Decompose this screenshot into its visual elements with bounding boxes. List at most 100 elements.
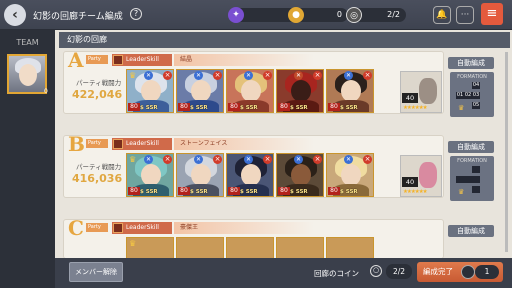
char-face [291, 164, 311, 186]
remove-icon[interactable]: × [163, 155, 172, 164]
party-tag: Party [86, 55, 108, 64]
party-row-b[interactable]: B Party LeaderSkill ストーンフェイス パーティ戦闘力 416… [63, 132, 444, 198]
pet-stars: ★★★★★★ [403, 105, 428, 111]
power-value: 416,036 [72, 172, 123, 185]
skill-icon [113, 55, 123, 65]
back-button[interactable]: ‹ [4, 4, 26, 26]
remove-icon[interactable]: × [363, 71, 372, 80]
formation-label: FORMATION [457, 74, 487, 80]
formation-panel[interactable]: FORMATION ♛ [450, 156, 494, 201]
remove-icon[interactable]: × [163, 71, 172, 80]
character-card[interactable]: ♛ ✕ × 80 $ SSR [126, 69, 174, 113]
level-badge: 80 [328, 103, 340, 111]
auto-formation-button[interactable]: 自動編成 [448, 141, 494, 153]
member-release-button[interactable]: メンバー解除 [69, 262, 123, 282]
team-label: TEAM [16, 38, 39, 47]
gold-coin-icon: ● [288, 7, 304, 23]
confirm-formation-button[interactable]: 編成完了 1 [417, 262, 503, 282]
avatar-number: 0 [44, 88, 48, 95]
char-face [191, 80, 211, 102]
pet-stars: ★★★★★★ [403, 189, 428, 195]
pet-card[interactable]: 40 ★★★★★★ [400, 155, 442, 197]
character-card[interactable]: ✕ × 80 $ SSR [176, 69, 224, 113]
element-icon: ✕ [194, 155, 203, 164]
level-badge: 80 [328, 187, 340, 195]
coin-value: 2/2 [386, 264, 412, 279]
character-card[interactable]: ✕ × 80 $ SSR [326, 69, 374, 113]
crown-icon: ♛ [458, 188, 465, 196]
remove-icon[interactable]: × [263, 155, 272, 164]
character-card[interactable]: ✕ × 80 $ SSR [176, 153, 224, 197]
level-badge: 80 [178, 103, 190, 111]
corridor-coin-icon: ◎ [346, 7, 362, 23]
panel-title: 幻影の回廊 [59, 32, 510, 48]
party-tag: Party [86, 223, 108, 232]
rarity-badge: $ SSR [140, 189, 158, 195]
character-card[interactable]: ✕ × 80 $ SSR [276, 69, 324, 113]
level-badge: 80 [178, 187, 190, 195]
top-bar: ‹ 幻影の回廊チーム編成 ? ✦0 ●0 ◎2/2 🔔 ··· ≡ [0, 0, 512, 30]
chat-icon[interactable]: ··· [456, 6, 474, 24]
element-icon: ✕ [244, 155, 253, 164]
currency-2: ● 0 [288, 7, 348, 23]
formation-label: FORMATION [457, 158, 487, 164]
remove-icon[interactable]: × [313, 155, 322, 164]
menu-button[interactable]: ≡ [481, 3, 503, 25]
leader-skill-name: 結晶 [174, 54, 314, 66]
char-face [141, 80, 161, 102]
pet-level: 40 [402, 93, 418, 103]
party-tag: Party [86, 139, 108, 148]
char-face [191, 164, 211, 186]
level-badge: 80 [228, 187, 240, 195]
formation-slot [464, 176, 472, 183]
rarity-badge: $ SSR [340, 189, 358, 195]
auto-formation-button[interactable]: 自動編成 [448, 57, 494, 69]
character-card[interactable]: ✕ × 80 $ SSR [226, 69, 274, 113]
leader-skill-tag: LeaderSkill [112, 222, 172, 234]
team-avatar[interactable] [7, 54, 47, 94]
char-face [341, 164, 361, 186]
character-card[interactable]: ✕ × 80 $ SSR [276, 153, 324, 197]
level-badge: 80 [128, 187, 140, 195]
character-card[interactable]: ♛ ✕ × 80 $ SSR [126, 153, 174, 197]
character-card[interactable]: ✕ × 80 $ SSR [226, 153, 274, 197]
rarity-badge: $ SSR [340, 105, 358, 111]
crown-icon: ♛ [458, 104, 465, 112]
page-title: 幻影の回廊チーム編成 [33, 12, 123, 22]
crown-icon: ♛ [129, 71, 137, 80]
scrollbar[interactable] [505, 52, 508, 252]
auto-formation-button[interactable]: 自動編成 [448, 225, 494, 237]
element-icon: ✕ [244, 71, 253, 80]
formation-slot [472, 186, 480, 193]
power-value: 422,046 [72, 88, 123, 101]
rarity-badge: $ SSR [140, 105, 158, 111]
pet-image [419, 78, 437, 104]
party-row-a[interactable]: A Party LeaderSkill 結晶 パーティ戦闘力 422,046 ♛… [63, 48, 444, 114]
avatar-face [19, 64, 37, 86]
level-badge: 80 [228, 103, 240, 111]
skill-icon [113, 139, 123, 149]
pet-image [419, 162, 437, 188]
party-row-c[interactable]: C Party LeaderSkill 豪傑王 ♛ [63, 216, 444, 261]
help-icon[interactable]: ? [130, 8, 142, 20]
remove-icon[interactable]: × [313, 71, 322, 80]
rarity-badge: $ SSR [290, 105, 308, 111]
remove-icon[interactable]: × [213, 71, 222, 80]
formation-slot: 05 [472, 102, 480, 109]
formation-slot: 04 [472, 82, 480, 89]
confirm-count: 1 [475, 265, 499, 279]
char-face [141, 164, 161, 186]
remove-icon[interactable]: × [213, 155, 222, 164]
formation-panel[interactable]: FORMATION 04 01 02 03 05 ♛ [450, 72, 494, 117]
element-icon: ✕ [194, 71, 203, 80]
remove-icon[interactable]: × [363, 155, 372, 164]
pet-card[interactable]: 40 ★★★★★★ [400, 71, 442, 113]
element-icon: ✕ [294, 155, 303, 164]
char-face [341, 80, 361, 102]
character-card[interactable]: ✕ × 80 $ SSR [326, 153, 374, 197]
leader-skill-name: 豪傑王 [174, 222, 314, 234]
bell-icon[interactable]: 🔔 [433, 6, 451, 24]
char-face [291, 80, 311, 102]
crown-icon: ♛ [129, 239, 137, 248]
remove-icon[interactable]: × [263, 71, 272, 80]
